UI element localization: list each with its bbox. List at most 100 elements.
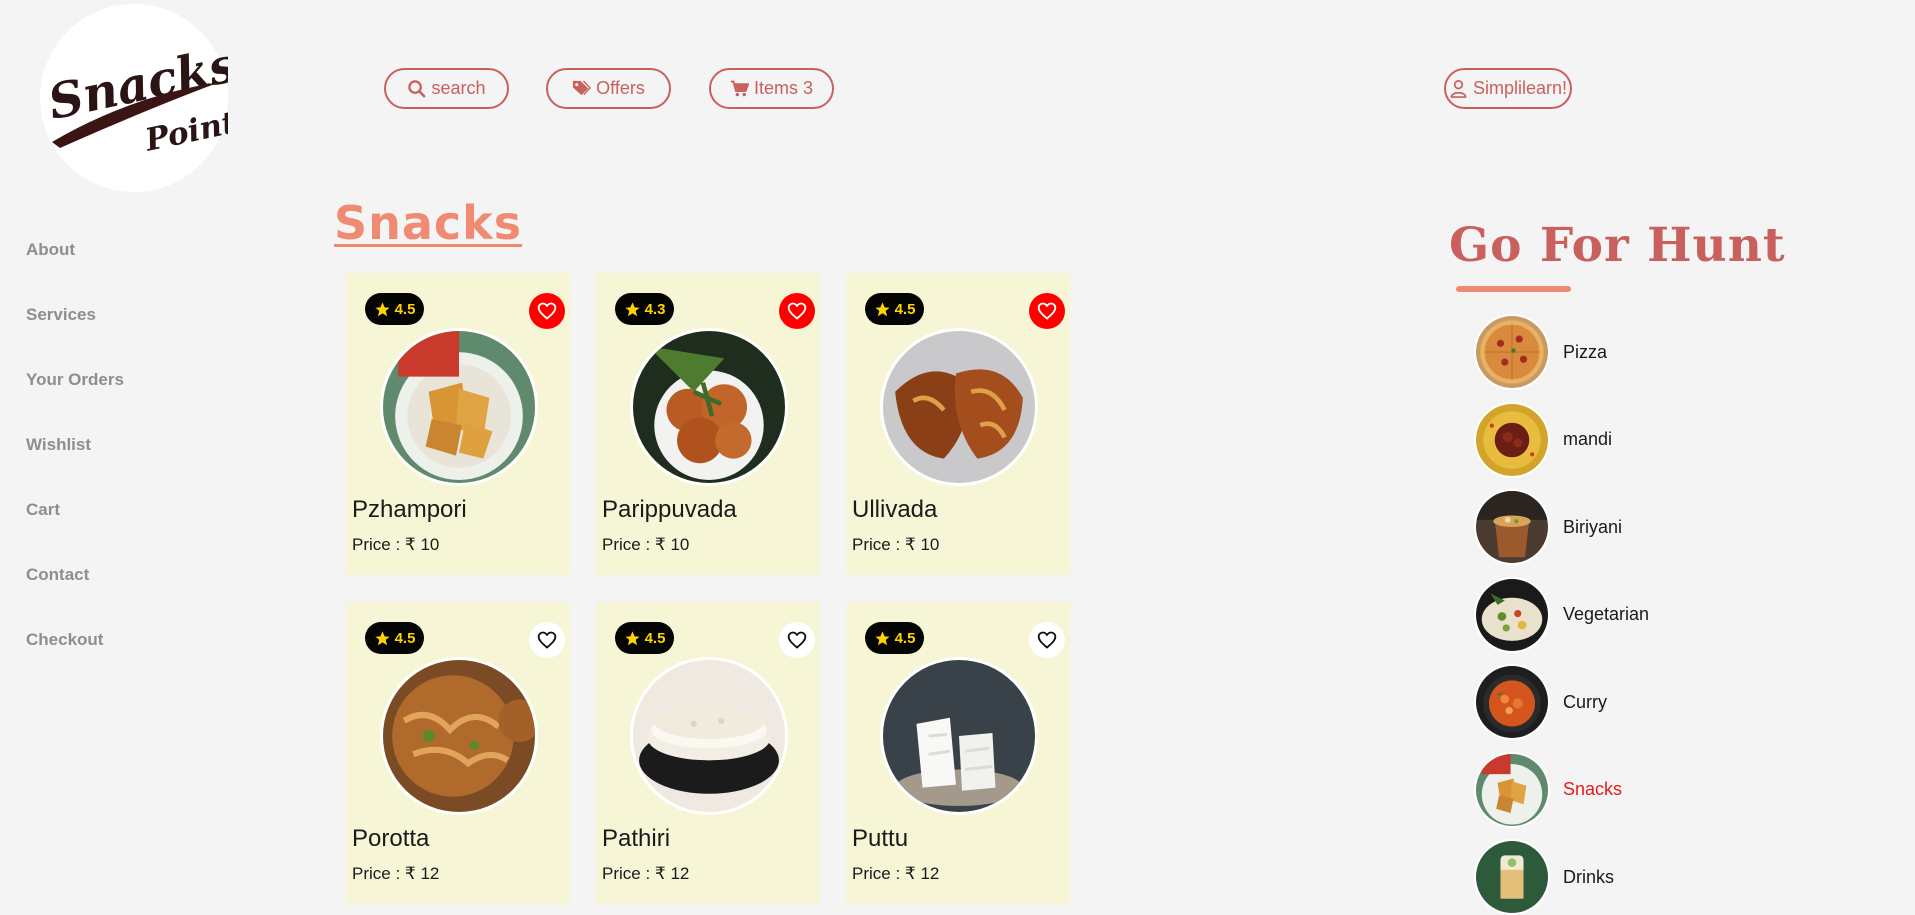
heart-icon	[1037, 631, 1057, 649]
sidebar-item-checkout[interactable]: Checkout	[26, 625, 124, 690]
page-title: Snacks	[334, 196, 523, 250]
sidebar-item-your-orders[interactable]: Your Orders	[26, 365, 124, 430]
category-item-mandi[interactable]: mandi	[1474, 401, 1613, 478]
category-item-drinks[interactable]: Drinks	[1474, 839, 1614, 915]
category-thumbnail	[1474, 314, 1550, 390]
heart-icon	[787, 302, 807, 320]
search-button-label: search	[431, 78, 486, 98]
search-icon	[408, 80, 426, 98]
category-item-pizza[interactable]: Pizza	[1474, 314, 1607, 390]
wishlist-toggle[interactable]	[1029, 293, 1065, 329]
hunt-title: Go For Hunt	[1449, 218, 1786, 273]
wishlist-toggle[interactable]	[779, 293, 815, 329]
product-image	[880, 657, 1038, 815]
product-name[interactable]: Parippuvada	[602, 496, 737, 524]
category-item-snacks[interactable]: Snacks	[1474, 751, 1623, 828]
product-name[interactable]: Pzhampori	[352, 496, 467, 524]
rating-value: 4.3	[644, 300, 666, 318]
rating-badge: 4.5	[365, 293, 424, 325]
product-card[interactable]: 4.3 Parippuvada Price : ₹ 10	[596, 273, 820, 575]
product-card[interactable]: 4.5 Pzhampori Price : ₹ 10	[346, 273, 570, 575]
category-label: Drinks	[1563, 866, 1615, 887]
sidebar-item-wishlist[interactable]: Wishlist	[26, 430, 124, 495]
offers-button-label: Offers	[596, 78, 645, 98]
logo-line2: Point	[141, 104, 228, 159]
sidebar-nav: About Services Your Orders Wishlist Cart…	[26, 235, 124, 690]
product-price: Price : ₹ 12	[852, 864, 940, 883]
product-name[interactable]: Puttu	[852, 825, 908, 853]
hunt-title-underline	[1456, 286, 1571, 292]
rating-value: 4.5	[894, 629, 916, 647]
cart-button[interactable]: Items 3	[709, 68, 834, 109]
rating-value: 4.5	[894, 300, 916, 318]
rating-value: 4.5	[644, 629, 666, 647]
offers-button[interactable]: Offers	[546, 68, 671, 109]
category-label: Vegetarian	[1563, 604, 1650, 624]
rating-badge: 4.5	[865, 622, 924, 654]
tags-icon	[573, 80, 592, 96]
category-label: Snacks	[1563, 779, 1623, 799]
category-label: Biriyani	[1563, 516, 1623, 537]
product-card[interactable]: 4.5 Porotta Price : ₹ 12	[346, 602, 570, 904]
product-name[interactable]: Ullivada	[852, 496, 937, 524]
star-icon	[624, 301, 640, 316]
rating-value: 4.5	[394, 300, 416, 318]
sidebar-item-cart[interactable]: Cart	[26, 495, 124, 560]
sidebar-item-about[interactable]: About	[26, 235, 124, 300]
category-item-biriyani[interactable]: Biriyani	[1474, 489, 1622, 565]
rating-badge: 4.3	[615, 293, 674, 325]
category-label: Pizza	[1563, 341, 1608, 362]
category-thumbnail	[1474, 664, 1550, 740]
rating-badge: 4.5	[365, 622, 424, 654]
sidebar-item-contact[interactable]: Contact	[26, 560, 124, 625]
rating-value: 4.5	[394, 629, 416, 647]
cart-button-label: Items 3	[753, 78, 814, 98]
star-icon	[874, 301, 890, 316]
star-icon	[374, 301, 390, 316]
heart-icon	[1037, 302, 1057, 320]
product-image	[630, 657, 788, 815]
product-price: Price : ₹ 12	[602, 864, 690, 883]
sidebar-item-services[interactable]: Services	[26, 300, 124, 365]
wishlist-toggle[interactable]	[529, 293, 565, 329]
wishlist-toggle[interactable]	[529, 622, 565, 658]
product-price: Price : ₹ 10	[352, 535, 440, 554]
star-icon	[874, 630, 890, 645]
heart-icon	[787, 631, 807, 649]
heart-icon	[537, 631, 557, 649]
category-item-curry[interactable]: Curry	[1474, 664, 1607, 740]
category-label: Curry	[1563, 691, 1607, 712]
user-icon	[1450, 80, 1467, 98]
star-icon	[374, 630, 390, 645]
brand-logo[interactable]: Snacks Point	[40, 4, 241, 192]
category-thumbnail	[1474, 489, 1550, 565]
product-image	[630, 328, 788, 486]
category-thumbnail	[1474, 839, 1550, 915]
product-image	[380, 328, 538, 486]
category-label: mandi	[1563, 429, 1613, 449]
rating-badge: 4.5	[615, 622, 674, 654]
product-price: Price : ₹ 10	[852, 535, 940, 554]
rating-badge: 4.5	[865, 293, 924, 325]
category-thumbnail	[1474, 751, 1550, 828]
product-card[interactable]: 4.5 Pathiri Price : ₹ 12	[596, 602, 820, 904]
wishlist-toggle[interactable]	[779, 622, 815, 658]
product-price: Price : ₹ 10	[602, 535, 690, 554]
product-image	[880, 328, 1038, 486]
star-icon	[624, 630, 640, 645]
category-thumbnail	[1474, 576, 1550, 653]
product-name[interactable]: Porotta	[352, 825, 429, 853]
cart-icon	[730, 80, 749, 97]
product-card[interactable]: 4.5 Ullivada Price : ₹ 10	[846, 273, 1070, 575]
category-thumbnail	[1474, 401, 1550, 478]
category-item-vegetarian[interactable]: Vegetarian	[1474, 576, 1650, 653]
product-name[interactable]: Pathiri	[602, 825, 670, 853]
search-button[interactable]: search	[384, 68, 509, 109]
product-price: Price : ₹ 12	[352, 864, 440, 883]
product-card[interactable]: 4.5 Puttu Price : ₹ 12	[846, 602, 1070, 904]
user-account-label: Simplilearn!	[1472, 78, 1568, 98]
wishlist-toggle[interactable]	[1029, 622, 1065, 658]
user-account-button[interactable]: Simplilearn!	[1444, 68, 1572, 109]
heart-icon	[537, 302, 557, 320]
product-image	[380, 657, 538, 815]
